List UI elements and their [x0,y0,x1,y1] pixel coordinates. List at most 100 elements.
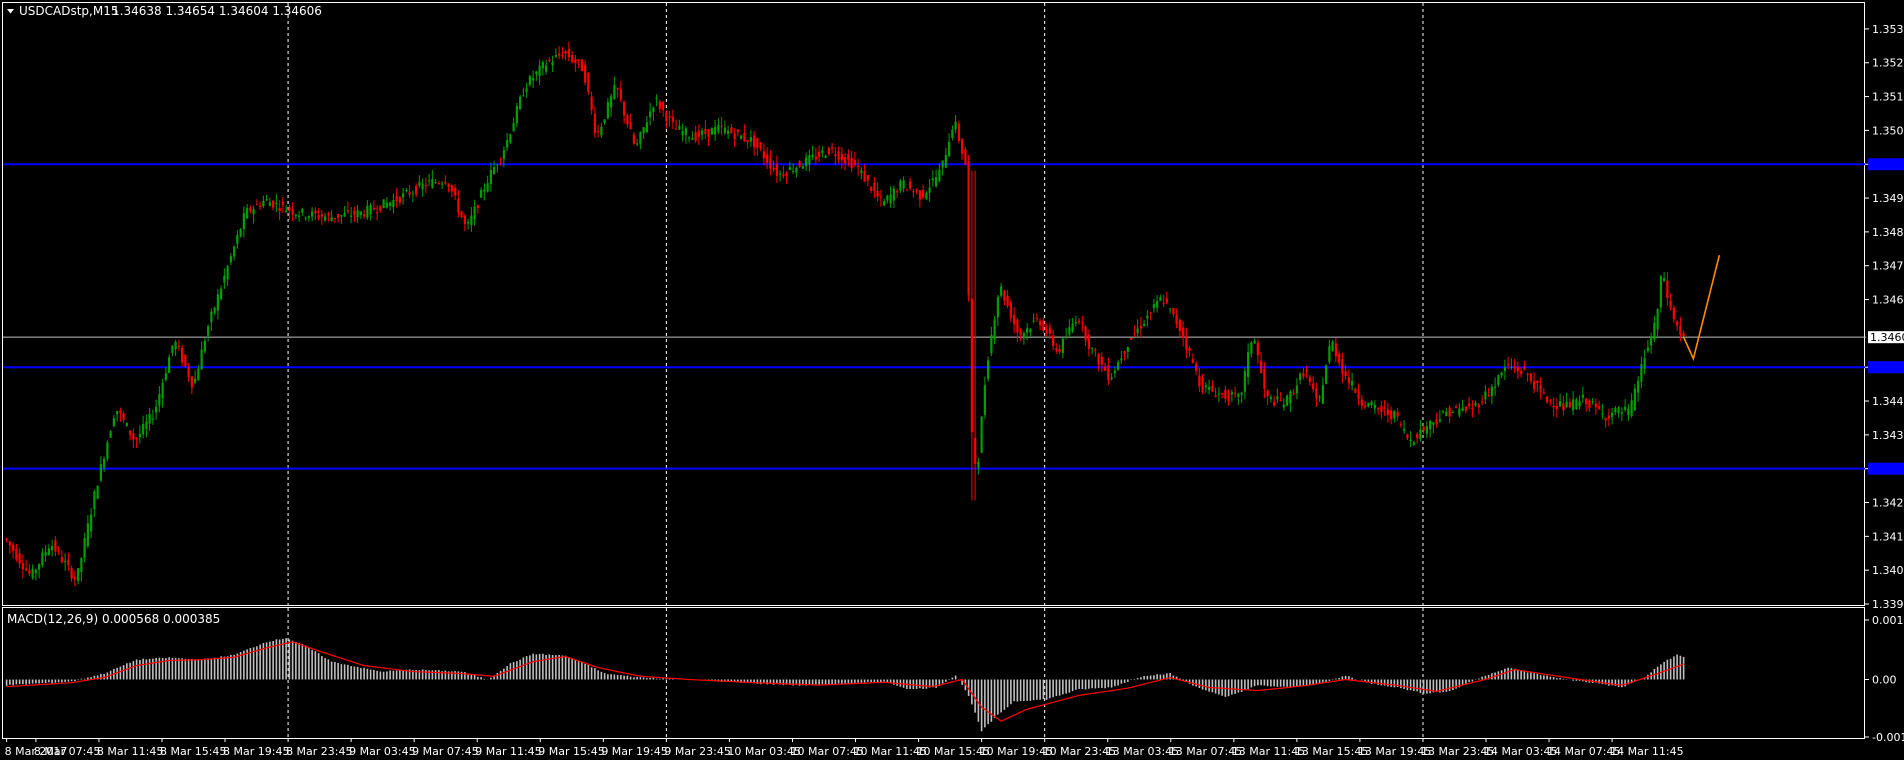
price-tick-label: 1.34606 [1870,331,1904,344]
candle-body [1646,347,1649,351]
candle-body [1474,403,1477,406]
candle-body [1500,372,1503,376]
candle-body [723,127,726,134]
candle-body [834,154,837,156]
candle-body [655,97,658,99]
candle-body [1032,320,1035,322]
level-price-box[interactable] [1868,361,1904,374]
candle-body [398,197,401,203]
candle-body [1071,323,1074,332]
candle-body [1107,365,1110,381]
candle-body [1533,381,1536,390]
candle-body [1526,373,1529,375]
candle-body [1630,400,1633,416]
candle-body [1445,411,1448,416]
macd-panel[interactable]: MACD(12,26,9) 0.000568 0.000385 [2,607,1865,739]
candle-body [928,187,931,193]
candle-body [1136,328,1139,334]
candle-body [12,544,15,552]
level-price-box[interactable] [1868,158,1904,171]
candle-body [454,188,457,196]
time-axis[interactable]: 8 Mar 20178 Mar 07:458 Mar 11:458 Mar 15… [5,738,1684,758]
candle-body [730,127,733,134]
candle-body [90,514,93,532]
candle-body [909,181,912,189]
candle-body [587,72,590,92]
candle-body [775,164,778,176]
price-tick-label: 1.34855 [1872,226,1904,239]
candle-body [1555,406,1558,409]
candle-body [1217,393,1220,395]
candle-body [519,96,522,110]
candle-body [415,186,418,195]
candle-body [1503,367,1506,371]
candle-body [132,433,135,440]
candle-body [1435,419,1438,424]
candle-body [912,191,915,193]
level-price-box[interactable] [1868,462,1904,475]
candle-body [1117,362,1120,371]
candle-body [1513,365,1516,369]
candle-body [229,256,232,263]
candle-body [1165,298,1168,303]
candle-body [1607,415,1610,419]
candle-body [57,550,60,552]
candle-body [948,141,951,157]
main-panel[interactable]: USDCADstp,M15 1.34638 1.34654 1.34604 1.… [2,2,1867,606]
candle-body [1214,395,1217,398]
candle-body [1448,407,1451,417]
candle-body [639,132,642,144]
candle-body [190,376,193,388]
candle-body [1325,365,1328,384]
candle [1659,274,1662,313]
candle-body [1247,352,1250,378]
candle-body [847,153,850,160]
candle-body [1377,408,1380,410]
candle-body [379,205,382,212]
candle-body [1399,424,1402,426]
candle-body [899,180,902,191]
candle-body [31,568,34,578]
candle-body [515,105,518,124]
chart-canvas[interactable]: USDCADstp,M15 1.34638 1.34654 1.34604 1.… [0,0,1904,760]
candle-body [902,180,905,189]
candle-body [1383,407,1386,409]
candle-body [1676,321,1679,326]
candle-body [207,326,210,336]
time-tick-label: 9 Mar 19:45 [601,745,667,758]
candle-body [850,157,853,169]
candle-body [1679,325,1682,335]
candle-body [44,552,47,556]
candle-body [1643,357,1646,370]
candle-body [1237,393,1240,397]
macd-axis[interactable]: 0.001501 0.00 -0.00145 [1865,614,1904,744]
candle-body [1013,314,1016,324]
candle-body [1572,399,1575,411]
candle-body [1282,404,1285,408]
time-tick-label: 9 Mar 11:45 [475,745,541,758]
candle-body [1110,377,1113,380]
candle-body [1250,342,1253,354]
candle-body [86,523,89,546]
candle-body [1380,406,1383,412]
candle-body [125,423,128,426]
price-axis[interactable]: 1.353351.352551.351751.350951.350151.349… [1865,23,1904,611]
candle-body [281,202,284,205]
candle-body [67,559,70,566]
candle-body [704,128,707,134]
candle-body [1461,407,1464,412]
candle-body [476,205,479,208]
candle [1325,364,1328,384]
candle-body [164,373,167,380]
candle-body [707,129,710,137]
candle-body [632,134,635,144]
candle-body [1344,371,1347,376]
candle-body [1091,348,1094,350]
candle-body [200,349,203,370]
candle-body [1516,366,1519,372]
candle-body [1546,396,1549,403]
candle-body [317,215,320,219]
candle-body [1364,405,1367,408]
candle-body [363,214,366,217]
candle-body [376,212,379,214]
